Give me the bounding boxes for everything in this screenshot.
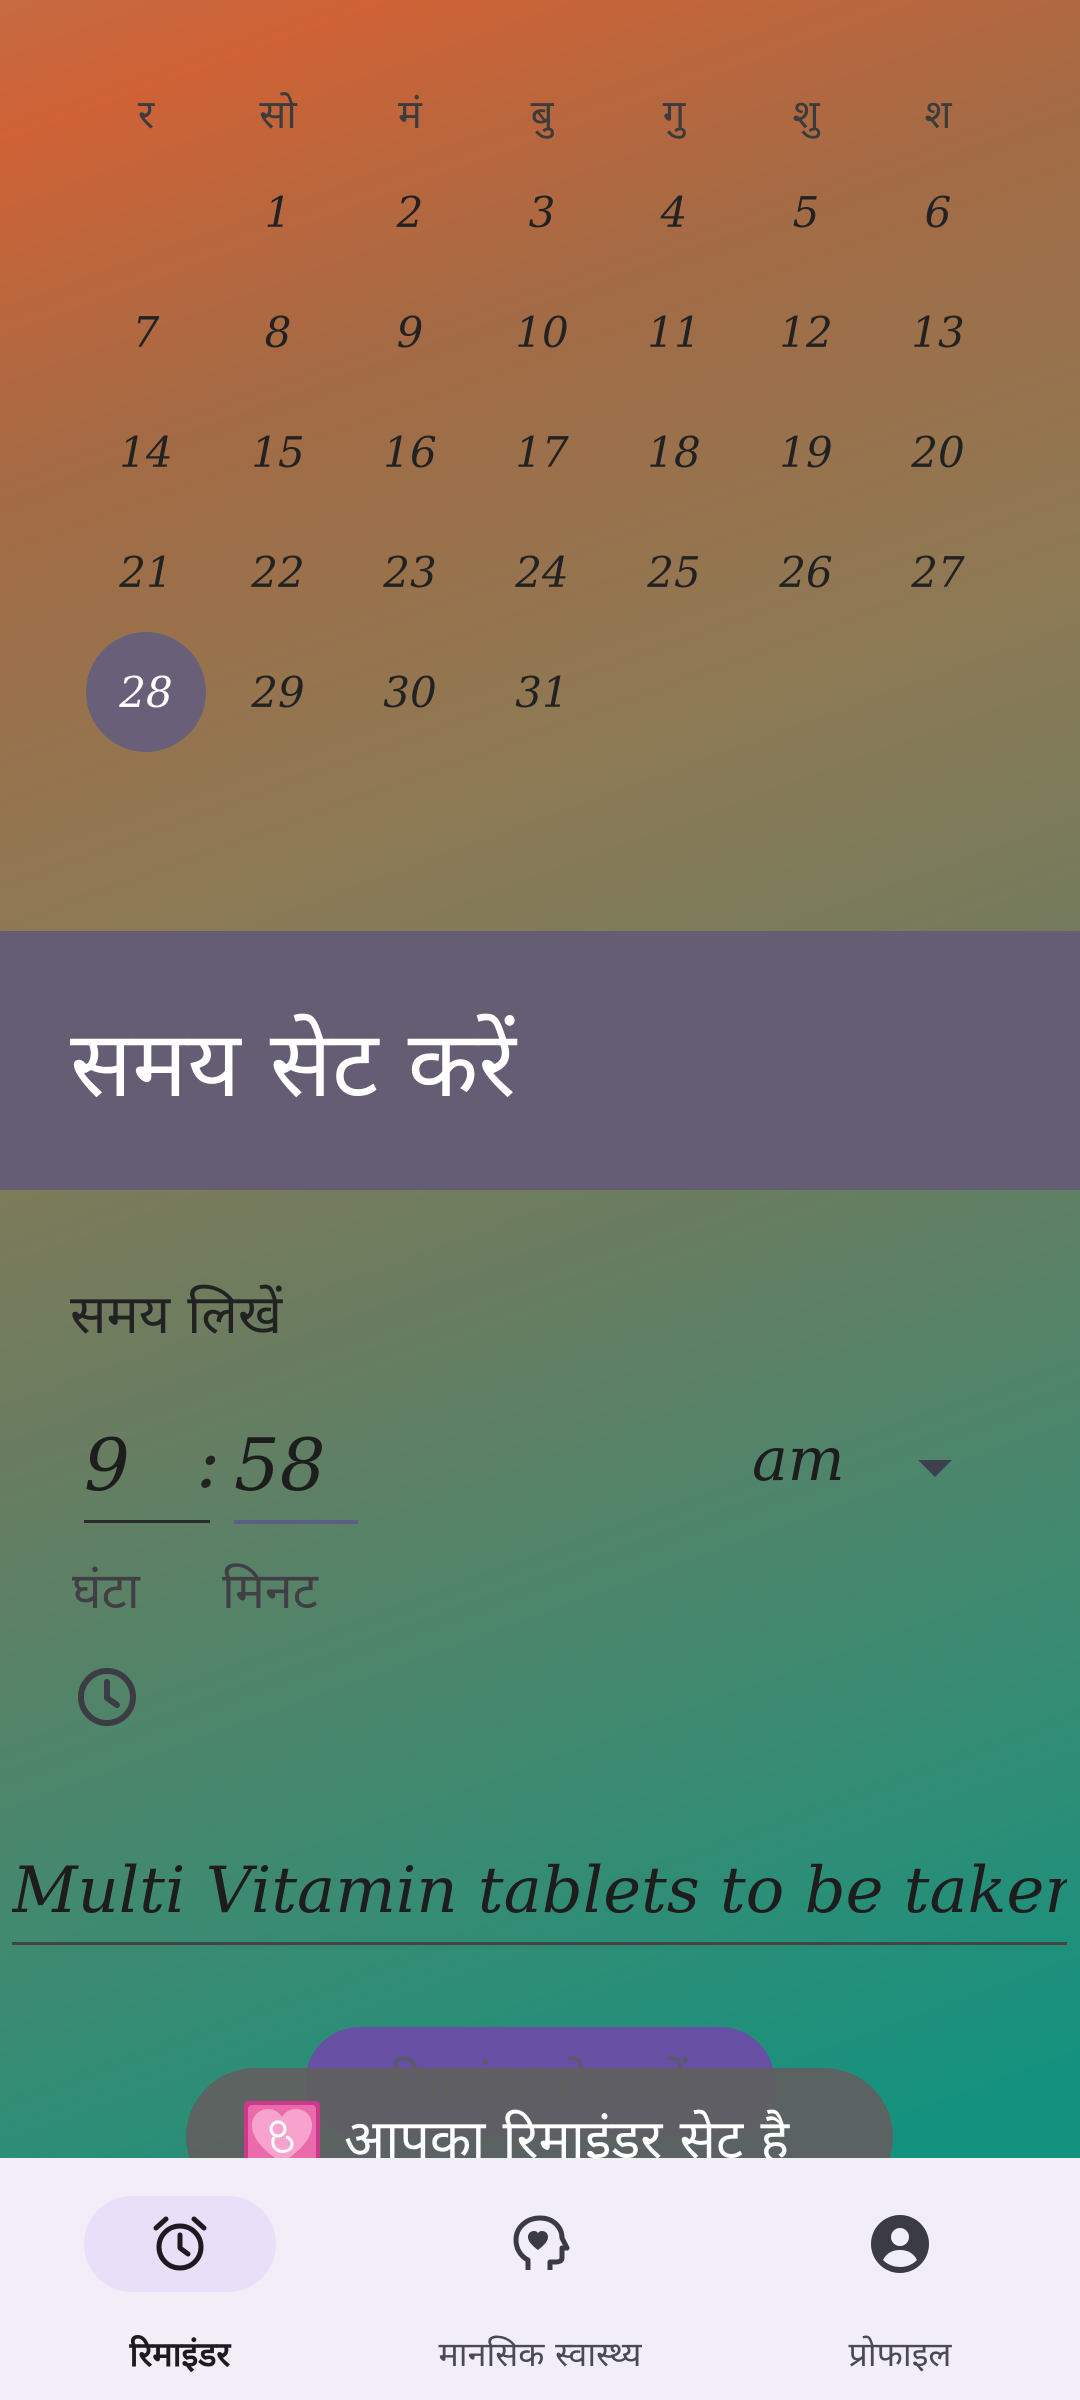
- calendar-day[interactable]: 9: [344, 272, 476, 392]
- minute-input[interactable]: 58: [234, 1410, 358, 1524]
- calendar-day[interactable]: 15: [212, 392, 344, 512]
- calendar: र सो मं बु गु शु श 1 2 3 4 5 6 7 8 9 10 …: [80, 72, 1005, 752]
- calendar-day[interactable]: 5: [740, 152, 872, 272]
- reminder-note-input[interactable]: Multi Vitamin tablets to be taken: [12, 1840, 1067, 1945]
- calendar-week: 28 29 30 31: [80, 632, 1005, 752]
- calendar-day[interactable]: 7: [80, 272, 212, 392]
- weekday-label: मं: [398, 91, 422, 138]
- calendar-day[interactable]: 31: [476, 632, 608, 752]
- calendar-day: [872, 632, 1004, 752]
- calendar-day[interactable]: 14: [80, 392, 212, 512]
- calendar-day[interactable]: 19: [740, 392, 872, 512]
- dropdown-arrow-icon[interactable]: [918, 1460, 952, 1477]
- calendar-week: 7 8 9 10 11 12 13: [80, 272, 1005, 392]
- calendar-day[interactable]: 29: [212, 632, 344, 752]
- calendar-day[interactable]: 2: [344, 152, 476, 272]
- calendar-week: 1 2 3 4 5 6: [80, 152, 1005, 272]
- calendar-day[interactable]: 20: [872, 392, 1004, 512]
- weekday-label: बु: [530, 91, 554, 138]
- calendar-day[interactable]: 12: [740, 272, 872, 392]
- calendar-week: 14 15 16 17 18 19 20: [80, 392, 1005, 512]
- hour-value: 9: [84, 1423, 130, 1507]
- calendar-day-selected[interactable]: 28: [80, 632, 212, 752]
- minute-label: मिनट: [222, 1562, 318, 1620]
- calendar-day[interactable]: 22: [212, 512, 344, 632]
- calendar-day[interactable]: 11: [608, 272, 740, 392]
- reminder-note-value: Multi Vitamin tablets to be taken: [12, 1854, 1067, 1928]
- calendar-day: [80, 152, 212, 272]
- bottom-navigation: रिमाइंडर मानसिक स्वास्थ्य प्रोफाइल: [0, 2158, 1080, 2400]
- calendar-day[interactable]: 10: [476, 272, 608, 392]
- hour-input[interactable]: 9: [84, 1410, 210, 1523]
- nav-item-reminder[interactable]: रिमाइंडर: [0, 2158, 360, 2400]
- calendar-day[interactable]: 13: [872, 272, 1004, 392]
- calendar-day[interactable]: 8: [212, 272, 344, 392]
- weekday-label: श: [924, 91, 952, 138]
- calendar-day[interactable]: 17: [476, 392, 608, 512]
- calendar-day: [608, 632, 740, 752]
- enter-time-label: समय लिखें: [70, 1283, 283, 1346]
- minute-value: 58: [234, 1423, 326, 1507]
- weekday-header: र सो मं बु गु शु श: [80, 72, 1005, 152]
- clock-icon[interactable]: [76, 1666, 138, 1732]
- selected-day-label: 28: [86, 632, 206, 752]
- set-time-header: समय सेट करें: [0, 931, 1080, 1190]
- alarm-clock-icon: [150, 2214, 210, 2274]
- calendar-day[interactable]: 21: [80, 512, 212, 632]
- nav-label: रिमाइंडर: [129, 2335, 231, 2375]
- mental-health-icon: [510, 2214, 570, 2274]
- calendar-day[interactable]: 27: [872, 512, 1004, 632]
- profile-icon: [870, 2214, 930, 2274]
- weekday-label: सो: [259, 91, 297, 138]
- calendar-day[interactable]: 3: [476, 152, 608, 272]
- nav-label: प्रोफाइल: [848, 2335, 952, 2375]
- nav-label: मानसिक स्वास्थ्य: [438, 2335, 642, 2375]
- calendar-day[interactable]: 16: [344, 392, 476, 512]
- weekday-label: र: [137, 91, 155, 138]
- set-time-title: समय सेट करें: [70, 1011, 516, 1118]
- weekday-label: गु: [662, 91, 686, 138]
- calendar-day[interactable]: 24: [476, 512, 608, 632]
- weekday-label: शु: [792, 91, 820, 138]
- calendar-day[interactable]: 18: [608, 392, 740, 512]
- calendar-day[interactable]: 4: [608, 152, 740, 272]
- calendar-day[interactable]: 23: [344, 512, 476, 632]
- hour-label: घंटा: [72, 1562, 140, 1620]
- calendar-day[interactable]: 26: [740, 512, 872, 632]
- calendar-day[interactable]: 25: [608, 512, 740, 632]
- calendar-day: [740, 632, 872, 752]
- calendar-day[interactable]: 30: [344, 632, 476, 752]
- nav-item-mental-health[interactable]: मानसिक स्वास्थ्य: [360, 2158, 720, 2400]
- calendar-day[interactable]: 6: [872, 152, 1004, 272]
- time-separator: :: [196, 1420, 221, 1504]
- ampm-select[interactable]: am: [752, 1425, 845, 1495]
- calendar-week: 21 22 23 24 25 26 27: [80, 512, 1005, 632]
- nav-item-profile[interactable]: प्रोफाइल: [720, 2158, 1080, 2400]
- calendar-day[interactable]: 1: [212, 152, 344, 272]
